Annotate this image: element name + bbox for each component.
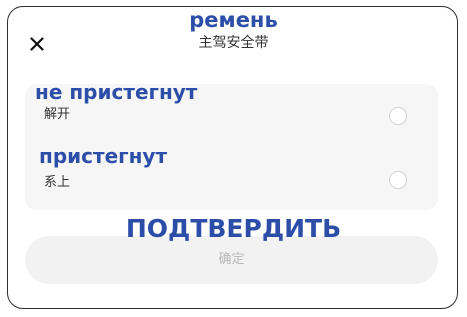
dialog-title-translation: ремень	[189, 8, 278, 32]
option-buckled-label: 系上	[44, 175, 71, 190]
option-unbuckled-translation: не пристегнут	[35, 80, 198, 104]
confirm-button[interactable]: 确定	[25, 236, 438, 284]
confirm-button-label: 确定	[218, 252, 245, 267]
option-buckled-translation: пристегнут	[39, 144, 168, 168]
option-buckled-radio[interactable]	[389, 171, 407, 189]
dialog-title: 主驾安全带	[198, 35, 269, 51]
option-unbuckled[interactable]: не пристегнут 解开	[25, 80, 438, 144]
option-buckled[interactable]: пристегнут 系上	[25, 144, 438, 208]
seatbelt-options-list: не пристегнут 解开 пристегнут 系上	[25, 80, 438, 210]
option-unbuckled-radio[interactable]	[389, 107, 407, 125]
option-unbuckled-label: 解开	[44, 107, 71, 122]
